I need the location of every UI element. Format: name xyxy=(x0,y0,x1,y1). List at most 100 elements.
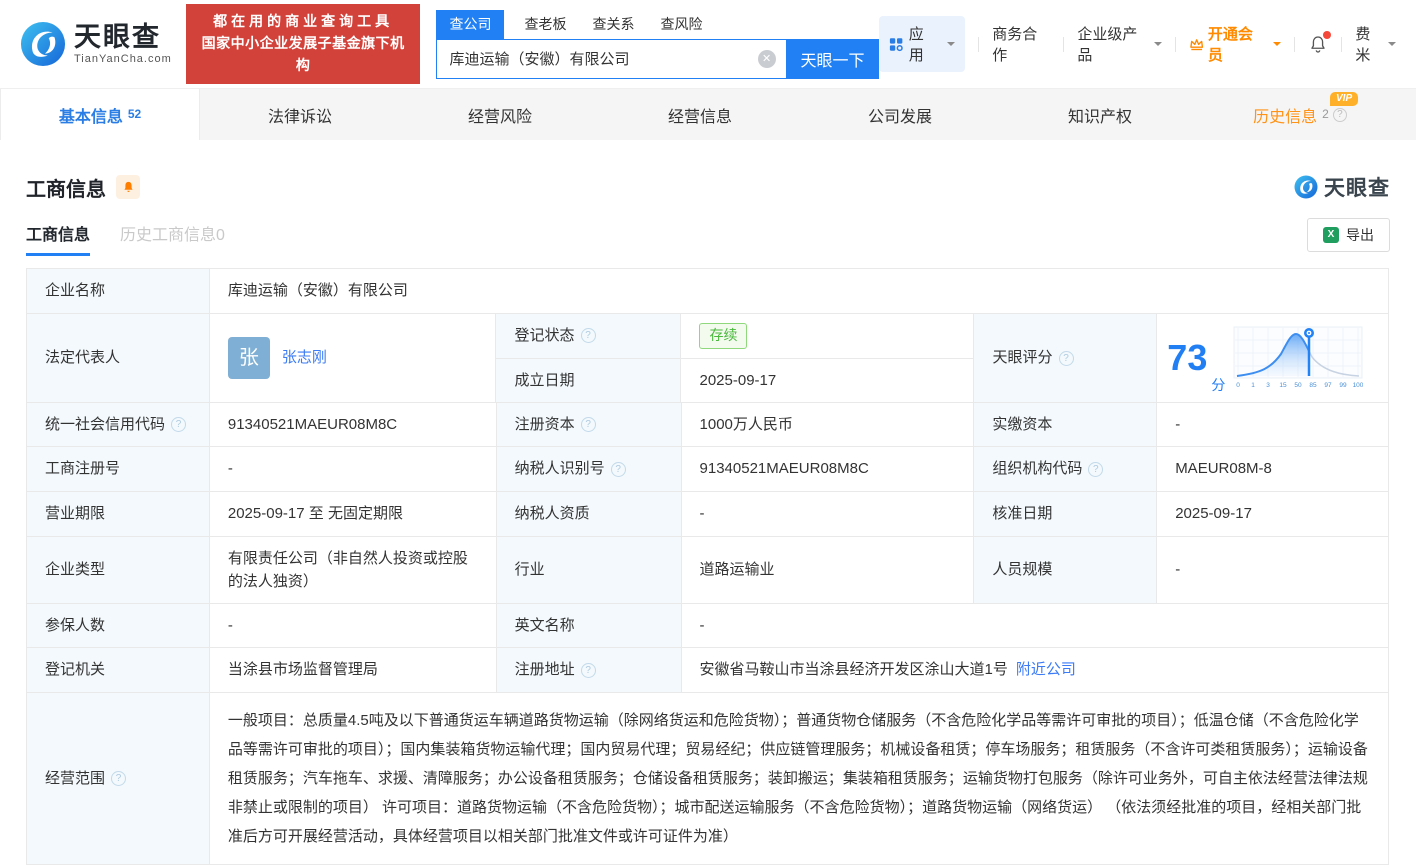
logo-title: 天眼查 xyxy=(74,23,172,51)
svg-text:97: 97 xyxy=(1325,382,1333,389)
established-date-value: 2025-09-17 xyxy=(681,359,974,404)
divider xyxy=(1175,37,1176,52)
search-tab-relation[interactable]: 查关系 xyxy=(592,14,634,39)
avatar: 张 xyxy=(228,337,270,379)
tab-basic-info-count: 52 xyxy=(128,107,141,121)
reg-status-label: 登记状态 xyxy=(514,324,574,347)
tab-legal-proceedings[interactable]: 法律诉讼 xyxy=(200,89,400,140)
svg-text:100: 100 xyxy=(1353,382,1363,389)
tab-history-info[interactable]: VIP 历史信息 2 ? xyxy=(1200,89,1400,140)
svg-text:50: 50 xyxy=(1295,382,1303,389)
insured-count-label: 参保人数 xyxy=(27,604,210,648)
divider xyxy=(978,37,979,52)
reg-status-label-cell: 登记状态 ? xyxy=(496,314,681,359)
divider xyxy=(1063,37,1064,52)
help-icon[interactable]: ? xyxy=(111,771,126,786)
chevron-down-icon xyxy=(1154,42,1162,50)
bell-icon xyxy=(122,180,135,194)
search-tab-boss[interactable]: 查老板 xyxy=(524,14,566,39)
tab-basic-info-label: 基本信息 xyxy=(59,103,123,127)
search-button[interactable]: 天眼一下 xyxy=(787,39,879,79)
score-label-cell: 天眼评分 ? xyxy=(974,314,1157,403)
table-row: 统一社会信用代码? 91340521MAEUR08M8C 注册资本? 1000万… xyxy=(27,403,1389,447)
taxpayer-qualification-value: - xyxy=(682,492,975,537)
help-icon[interactable]: ? xyxy=(1333,108,1347,122)
tab-intellectual-property[interactable]: 知识产权 xyxy=(1000,89,1200,140)
apps-menu[interactable]: 应用 xyxy=(879,16,966,72)
tab-company-development[interactable]: 公司发展 xyxy=(800,89,1000,140)
help-icon[interactable]: ? xyxy=(581,328,596,343)
credit-code-label-cell: 统一社会信用代码? xyxy=(27,403,210,447)
slogan-line1: 都在用的商业查询工具 xyxy=(197,11,410,33)
business-coop-link[interactable]: 商务合作 xyxy=(992,23,1050,65)
legal-rep-label: 法定代表人 xyxy=(27,314,210,403)
help-icon[interactable]: ? xyxy=(611,462,626,477)
search-tab-risk[interactable]: 查风险 xyxy=(660,14,702,39)
registration-no-label: 工商注册号 xyxy=(27,447,210,492)
business-term-label: 营业期限 xyxy=(27,492,210,537)
registered-capital-label: 注册资本 xyxy=(515,413,575,436)
taxpayer-id-label: 纳税人识别号 xyxy=(515,457,605,480)
taxpayer-qualification-label: 纳税人资质 xyxy=(497,492,682,537)
legal-rep-link[interactable]: 张志刚 xyxy=(282,346,327,369)
open-vip-label: 开通会员 xyxy=(1208,23,1266,65)
business-term-value: 2025-09-17 至 无固定期限 xyxy=(210,492,497,537)
subscribe-bell-button[interactable] xyxy=(116,175,140,199)
score-distribution-chart: 0 1 3 15 50 85 97 99 100 xyxy=(1233,326,1363,390)
tab-intellectual-property-label: 知识产权 xyxy=(1068,103,1132,127)
tianyancha-logo-icon xyxy=(20,21,66,67)
table-row: 登记机关 当涂县市场监督管理局 注册地址? 安徽省马鞍山市当涂县经济开发区涂山大… xyxy=(27,648,1389,693)
tianyancha-logo[interactable]: 天眼查 TianYanCha.com xyxy=(20,21,172,67)
company-type-value: 有限责任公司（非自然人投资或控股的法人独资） xyxy=(210,537,497,604)
nearby-companies-link[interactable]: 附近公司 xyxy=(1016,658,1076,681)
status-badge: 存续 xyxy=(699,323,747,349)
clear-search-icon[interactable]: ✕ xyxy=(758,50,776,68)
logo-subtitle: TianYanCha.com xyxy=(74,53,172,65)
chevron-down-icon xyxy=(1273,42,1281,50)
tab-basic-info[interactable]: 基本信息 52 xyxy=(0,89,200,140)
score-value: 73 xyxy=(1167,340,1207,376)
paid-capital-value: - xyxy=(1157,403,1389,447)
notifications-bell[interactable] xyxy=(1308,34,1328,55)
search-input[interactable] xyxy=(449,50,757,67)
table-row: 参保人数 - 英文名称 - xyxy=(27,604,1389,648)
business-scope-label-cell: 经营范围? xyxy=(27,693,210,865)
staff-size-value: - xyxy=(1157,537,1389,604)
reg-status-cell: 存续 xyxy=(681,314,974,359)
table-row: 经营范围? 一般项目：总质量4.5吨及以下普通货运车辆道路货物运输（除网络货运和… xyxy=(27,693,1389,865)
svg-text:0: 0 xyxy=(1237,382,1241,389)
score-label: 天眼评分 xyxy=(992,346,1052,369)
export-button[interactable]: X 导出 xyxy=(1307,218,1390,252)
org-code-value: MAEUR08M-8 xyxy=(1157,447,1389,492)
tab-operating-info[interactable]: 经营信息 xyxy=(600,89,800,140)
help-icon[interactable]: ? xyxy=(1088,462,1103,477)
english-name-value: - xyxy=(682,604,1389,648)
apps-grid-icon xyxy=(889,37,903,52)
table-row: 营业期限 2025-09-17 至 无固定期限 纳税人资质 - 核准日期 202… xyxy=(27,492,1389,537)
enterprise-products-menu[interactable]: 企业级产品 xyxy=(1077,23,1161,65)
slogan-badge: 都在用的商业查询工具 国家中小企业发展子基金旗下机构 xyxy=(186,4,421,83)
help-icon[interactable]: ? xyxy=(581,417,596,432)
registered-capital-label-cell: 注册资本? xyxy=(497,403,682,447)
subtab-business-info[interactable]: 工商信息 xyxy=(26,221,90,256)
company-name-label: 企业名称 xyxy=(27,269,210,314)
english-name-label: 英文名称 xyxy=(497,604,682,648)
score-cell[interactable]: 73 分 xyxy=(1157,314,1389,403)
svg-text:15: 15 xyxy=(1280,382,1288,389)
help-icon[interactable]: ? xyxy=(581,663,596,678)
table-subrow: 登记状态 ? 存续 xyxy=(496,314,974,359)
tab-operating-risk[interactable]: 经营风险 xyxy=(400,89,600,140)
section-title: 工商信息 xyxy=(26,173,106,202)
search-tab-company[interactable]: 查公司 xyxy=(436,10,504,39)
svg-text:85: 85 xyxy=(1310,382,1318,389)
registered-address-label: 注册地址 xyxy=(515,658,575,681)
tianyancha-logo-icon xyxy=(1294,175,1318,199)
user-menu[interactable]: 费米 xyxy=(1355,23,1396,65)
svg-text:99: 99 xyxy=(1340,382,1348,389)
registered-capital-value: 1000万人民币 xyxy=(682,403,975,447)
tab-company-development-label: 公司发展 xyxy=(868,103,932,127)
help-icon[interactable]: ? xyxy=(171,417,186,432)
subtab-history-business-info[interactable]: 历史工商信息0 xyxy=(120,221,225,256)
open-vip-menu[interactable]: 开通会员 xyxy=(1189,23,1282,65)
help-icon[interactable]: ? xyxy=(1059,351,1074,366)
